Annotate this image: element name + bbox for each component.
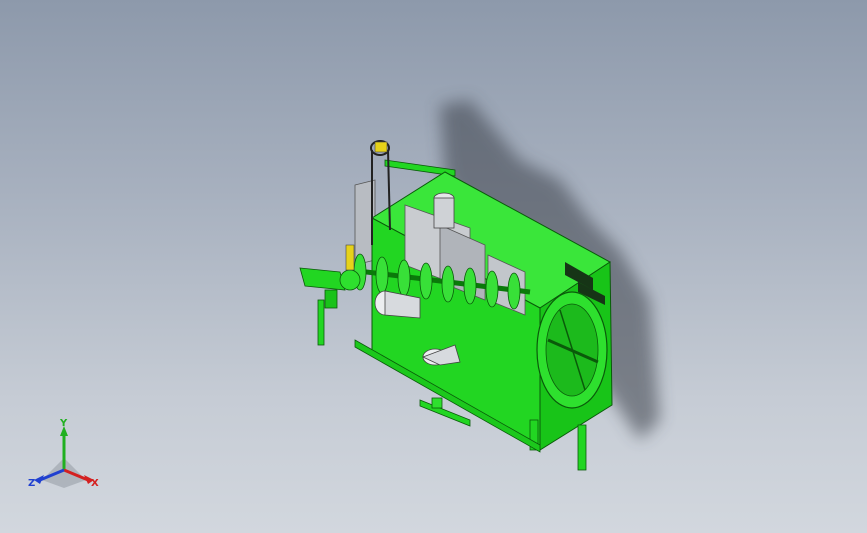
graphics-viewport[interactable]: Y X Z bbox=[0, 0, 867, 533]
triad-graphic: Y X Z bbox=[28, 418, 99, 489]
z-axis-label: Z bbox=[28, 478, 35, 489]
y-axis-label: Y bbox=[59, 418, 68, 429]
drum-rotor[interactable] bbox=[536, 291, 608, 409]
cad-model-view[interactable] bbox=[0, 0, 867, 533]
x-axis-label: X bbox=[91, 478, 99, 489]
coordinate-triad[interactable]: Y X Z bbox=[20, 418, 110, 498]
motor-assembly[interactable] bbox=[299, 244, 361, 309]
